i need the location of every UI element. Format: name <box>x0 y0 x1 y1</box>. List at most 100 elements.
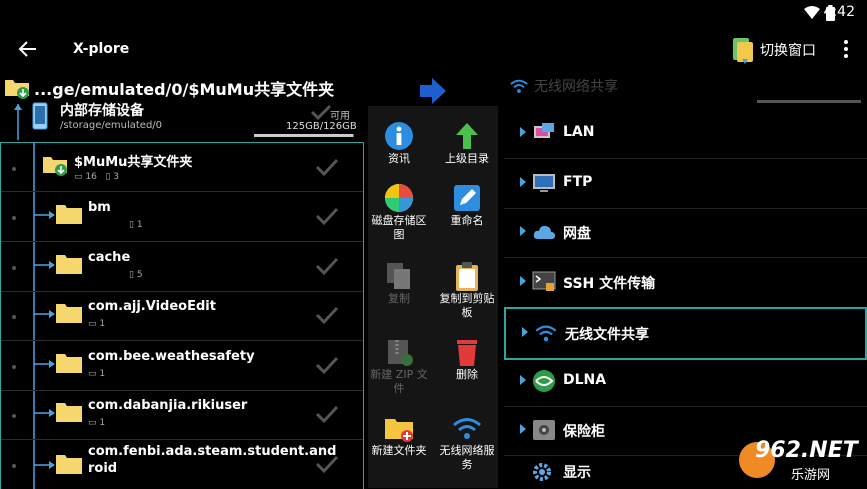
expand-arrow-icon <box>520 127 526 137</box>
info-icon <box>385 122 413 150</box>
check-icon[interactable] <box>310 104 332 120</box>
check-icon[interactable] <box>315 256 339 276</box>
folder-icon <box>56 354 82 373</box>
wifi-icon <box>510 79 528 93</box>
folder-name-line2: roid <box>88 461 118 476</box>
folder-icon <box>56 403 82 422</box>
folder-name: com.bee.weathesafety <box>88 349 255 364</box>
list-item[interactable]: com.ajj.VideoEdit ▭ 1 <box>1 291 363 341</box>
folder-download-icon <box>5 80 29 99</box>
expand-arrow-icon <box>520 276 526 286</box>
check-icon[interactable] <box>315 454 339 474</box>
check-icon[interactable] <box>315 404 339 424</box>
list-item[interactable]: com.bee.weathesafety ▭ 1 <box>1 341 363 391</box>
rename-button[interactable]: 重命名 <box>436 174 498 244</box>
path-bar[interactable]: ...ge/emulated/0/$MuMu共享文件夹 <box>0 72 364 104</box>
more-menu-button[interactable] <box>838 36 854 62</box>
folder-icon <box>56 255 82 274</box>
edit-icon <box>454 185 480 211</box>
list-item[interactable]: com.fenbi.ada.steam.student.and roid <box>1 440 363 488</box>
site-watermark: 962.NET 乐游网 <box>735 438 863 483</box>
folder-list[interactable]: $MuMu共享文件夹 ▭ 16 ▯ 3 bm ▯ 1 cache ▯ 5 com… <box>0 142 364 489</box>
storage-usage-bar <box>254 134 354 137</box>
copy-to-clipboard-button[interactable]: 复制到剪贴板 <box>436 252 498 322</box>
storage-row[interactable]: 内部存储设备 /storage/emulated/0 可用 125GB/126G… <box>0 102 364 140</box>
header-bar <box>757 100 861 103</box>
folder-icon <box>56 205 82 224</box>
tree-branch-icon <box>34 409 55 417</box>
subfolder-icon: ▭ <box>88 319 97 329</box>
network-item-wifi-share[interactable]: 无线文件共享 <box>504 307 867 360</box>
copy-button[interactable]: 复制 <box>368 252 430 322</box>
subfolder-icon: ▭ <box>88 369 97 379</box>
storage-size: 125GB/126GB <box>286 121 357 132</box>
new-folder-button[interactable]: 新建文件夹 <box>368 404 430 474</box>
tree-dot-icon <box>12 266 16 270</box>
safe-icon <box>533 420 555 440</box>
check-icon[interactable] <box>315 305 339 325</box>
expand-arrow-icon <box>520 424 526 434</box>
left-pane[interactable]: ...ge/emulated/0/$MuMu共享文件夹 内部存储设备 /stor… <box>0 72 364 489</box>
new-zip-button[interactable]: 新建 ZIP 文件 <box>368 328 430 398</box>
clipboard-icon <box>456 262 478 291</box>
info-button[interactable]: 资讯 <box>368 112 430 182</box>
list-item[interactable]: bm ▯ 1 <box>1 192 363 242</box>
app-bar: X-plore 切换窗口 <box>0 26 867 72</box>
folder-name: cache <box>88 250 131 265</box>
status-bar: 4:42 <box>0 0 867 26</box>
tree-dot-icon <box>12 167 16 171</box>
folder-meta: ▭ 1 <box>88 319 106 329</box>
folder-name: com.dabanjia.rikiuser <box>88 398 248 413</box>
parent-dir-button[interactable]: 上级目录 <box>436 112 498 182</box>
tree-branch-icon <box>34 461 55 469</box>
network-item-cloud[interactable]: 网盘 <box>504 208 867 258</box>
expand-arrow-icon <box>520 226 526 236</box>
tree-branch-icon <box>34 360 55 368</box>
back-button[interactable] <box>14 36 42 62</box>
switch-window-label: 切换窗口 <box>760 43 816 59</box>
check-icon[interactable] <box>315 355 339 375</box>
tree-line-icon <box>14 104 22 140</box>
list-item[interactable]: cache ▯ 5 <box>1 242 363 292</box>
disk-map-button[interactable]: 磁盘存储区图 <box>368 174 430 244</box>
delete-button[interactable]: 删除 <box>436 328 498 398</box>
network-item-dlna[interactable]: DLNA <box>504 357 867 407</box>
list-item[interactable]: $MuMu共享文件夹 ▭ 16 ▯ 3 <box>1 143 363 192</box>
tree-dot-icon <box>12 216 16 220</box>
folder-meta: ▯ 1 <box>129 220 143 230</box>
network-item-ftp[interactable]: FTP <box>504 159 867 209</box>
check-icon[interactable] <box>315 206 339 226</box>
switch-window-button[interactable]: 切换窗口 <box>730 34 828 64</box>
arrow-left-icon <box>18 41 36 57</box>
monitor-icon <box>533 174 555 192</box>
check-icon[interactable] <box>315 157 339 177</box>
trash-icon <box>457 340 477 366</box>
folder-meta: ▯ 5 <box>129 270 143 280</box>
tree-branch-icon <box>34 310 55 318</box>
right-pane-header[interactable]: 无线网络共享 <box>504 72 867 106</box>
subfolder-icon: ▭ <box>74 172 83 182</box>
subfolder-icon: ▭ <box>88 418 97 428</box>
storage-avail-label: 可用 <box>330 111 350 122</box>
network-item-ssh[interactable]: SSH 文件传输 <box>504 258 867 308</box>
file-icon: ▯ <box>129 220 134 230</box>
wifi-signal-icon <box>804 6 820 19</box>
terminal-lock-icon <box>532 271 556 291</box>
folder-icon <box>56 455 82 474</box>
tree-dot-icon <box>12 464 16 468</box>
folder-icon <box>56 304 82 323</box>
watermark-sub: 乐游网 <box>791 468 831 483</box>
wifi-icon <box>453 418 481 439</box>
folder-download-icon <box>43 157 67 176</box>
wifi-service-button[interactable]: 无线网络服务 <box>436 404 498 474</box>
right-pane-title: 无线网络共享 <box>534 79 618 95</box>
folder-name: $MuMu共享文件夹 <box>74 155 193 170</box>
folder-meta: ▭ 16 ▯ 3 <box>74 172 119 182</box>
tree-branch-icon <box>34 261 55 269</box>
right-pane[interactable]: 无线网络共享 LAN FTP 网盘 SSH 文件传输 无线文件共享 DLNA 保… <box>504 72 867 488</box>
list-item[interactable]: com.dabanjia.rikiuser ▭ 1 <box>1 390 363 440</box>
network-item-lan[interactable]: LAN <box>504 109 867 159</box>
dlna-icon <box>533 370 555 392</box>
pie-chart-icon <box>385 184 413 212</box>
storage-path: /storage/emulated/0 <box>60 120 163 131</box>
